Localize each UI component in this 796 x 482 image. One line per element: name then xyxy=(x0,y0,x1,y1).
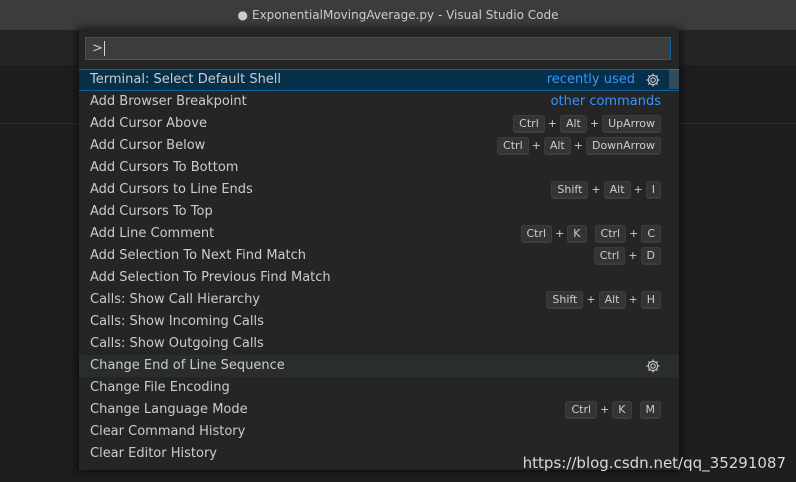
keybinding-key: DownArrow xyxy=(585,137,661,155)
command-label: Clear Command History xyxy=(90,424,246,439)
unsaved-indicator: ● xyxy=(237,8,248,22)
command-item[interactable]: Change End of Line Sequence xyxy=(79,355,679,377)
key-plus: + xyxy=(531,139,541,152)
keybinding-key: Ctrl xyxy=(594,225,627,243)
command-label: Calls: Show Incoming Calls xyxy=(90,314,264,329)
command-item[interactable]: Calls: Show Outgoing Calls xyxy=(79,333,679,355)
command-meta: Ctrl + Alt + DownArrow xyxy=(497,135,661,157)
command-label: Change End of Line Sequence xyxy=(90,358,285,373)
command-label: Calls: Show Call Hierarchy xyxy=(90,292,260,307)
gear-icon[interactable] xyxy=(645,72,661,88)
command-label: Calls: Show Outgoing Calls xyxy=(90,336,264,351)
command-item[interactable]: Add Cursor Above Ctrl + Alt + UpArrow xyxy=(79,113,679,135)
keybinding-key: M xyxy=(639,401,661,419)
keybinding-key: UpArrow xyxy=(602,115,661,133)
command-meta xyxy=(635,355,661,377)
keybinding-key: Shift xyxy=(551,181,589,199)
keybinding-key: Alt xyxy=(603,181,631,199)
command-label: Add Line Comment xyxy=(90,226,215,241)
keybinding-key: Ctrl xyxy=(497,137,529,155)
command-list: Terminal: Select Default Shell recently u… xyxy=(79,69,679,465)
group-label: recently used xyxy=(546,72,635,87)
text-caret xyxy=(103,41,105,56)
key-plus: + xyxy=(633,183,643,196)
key-plus: + xyxy=(573,139,583,152)
command-item[interactable]: Add Selection To Previous Find Match xyxy=(79,267,679,289)
key-plus: + xyxy=(586,293,596,306)
window-title: ExponentialMovingAverage.py - Visual Stu… xyxy=(252,8,559,22)
keybinding-key: Ctrl xyxy=(565,401,598,419)
command-item[interactable]: Calls: Show Call Hierarchy Shift + Alt + H xyxy=(79,289,679,311)
keybinding-key: Ctrl xyxy=(520,225,553,243)
key-plus: + xyxy=(628,293,638,306)
command-item[interactable]: Add Cursors To Bottom xyxy=(79,157,679,179)
keybinding-key: H xyxy=(640,291,661,309)
command-label: Add Cursors to Line Ends xyxy=(90,182,253,197)
keybinding-key: Ctrl xyxy=(593,247,626,265)
command-meta: Ctrl + D xyxy=(593,245,661,267)
command-label: Change Language Mode xyxy=(90,402,248,417)
keybinding-key: Alt xyxy=(559,115,587,133)
keybinding-key: Shift xyxy=(546,291,584,309)
key-plus: + xyxy=(547,117,557,130)
command-label: Add Cursors To Top xyxy=(90,204,213,219)
watermark-text: https://blog.csdn.net/qq_35291087 xyxy=(522,454,786,472)
group-label: other commands xyxy=(550,94,661,109)
command-label: Clear Editor History xyxy=(90,446,217,461)
command-item[interactable]: Add Selection To Next Find Match Ctrl + D xyxy=(79,245,679,267)
command-item[interactable]: Clear Command History xyxy=(79,421,679,443)
command-item[interactable]: Terminal: Select Default Shell recently u… xyxy=(79,69,679,91)
keybinding-key: K xyxy=(567,225,587,243)
key-plus: + xyxy=(591,183,601,196)
command-item[interactable]: Add Browser Breakpoint other commands xyxy=(79,91,679,113)
command-palette: > Terminal: Select Default Shell recently… xyxy=(79,30,679,470)
command-label: Add Selection To Previous Find Match xyxy=(90,270,331,285)
key-plus: + xyxy=(600,403,610,416)
keybinding-key: C xyxy=(641,225,661,243)
gear-icon[interactable] xyxy=(645,358,661,374)
command-item[interactable]: Add Cursors to Line Ends Shift + Alt + I xyxy=(79,179,679,201)
command-item[interactable]: Calls: Show Incoming Calls xyxy=(79,311,679,333)
command-meta: other commands xyxy=(551,91,661,113)
command-palette-input[interactable]: > xyxy=(85,37,671,60)
command-label: Terminal: Select Default Shell xyxy=(90,72,282,87)
key-plus: + xyxy=(589,117,600,130)
command-input-value: > xyxy=(92,41,103,56)
command-meta: Ctrl + K M xyxy=(565,399,661,421)
command-item[interactable]: Add Cursor Below Ctrl + Alt + DownArrow xyxy=(79,135,679,157)
keybinding-key: Alt xyxy=(543,137,571,155)
key-plus: + xyxy=(629,227,639,240)
keybinding-key: Ctrl xyxy=(513,115,545,133)
command-label: Add Cursor Below xyxy=(90,138,206,153)
command-item[interactable]: Add Cursors To Top xyxy=(79,201,679,223)
keybinding-key: K xyxy=(612,401,632,419)
command-item[interactable]: Change File Encoding xyxy=(79,377,679,399)
command-meta: Ctrl + Alt + UpArrow xyxy=(513,113,661,135)
command-meta: Shift + Alt + I xyxy=(551,179,661,201)
scrollbar-thumb[interactable] xyxy=(669,69,679,89)
command-label: Add Cursors To Bottom xyxy=(90,160,239,175)
command-item[interactable]: Change Language Mode Ctrl + K M xyxy=(79,399,679,421)
command-label: Add Selection To Next Find Match xyxy=(90,248,307,263)
command-label: Add Cursor Above xyxy=(90,116,207,131)
command-item[interactable]: Add Line Comment Ctrl + K Ctrl + C xyxy=(79,223,679,245)
keybinding-key: Alt xyxy=(598,291,626,309)
command-meta: Ctrl + K Ctrl + C xyxy=(520,223,661,245)
command-label: Add Browser Breakpoint xyxy=(90,94,247,109)
keybinding-key: I xyxy=(645,181,661,199)
keybinding-key: D xyxy=(640,247,661,265)
command-label: Change File Encoding xyxy=(90,380,230,395)
title-bar: ● ExponentialMovingAverage.py - Visual S… xyxy=(0,0,796,30)
command-meta: Shift + Alt + H xyxy=(546,289,661,311)
command-meta: recently used xyxy=(547,70,661,90)
key-plus: + xyxy=(628,249,638,262)
key-plus: + xyxy=(555,227,565,240)
